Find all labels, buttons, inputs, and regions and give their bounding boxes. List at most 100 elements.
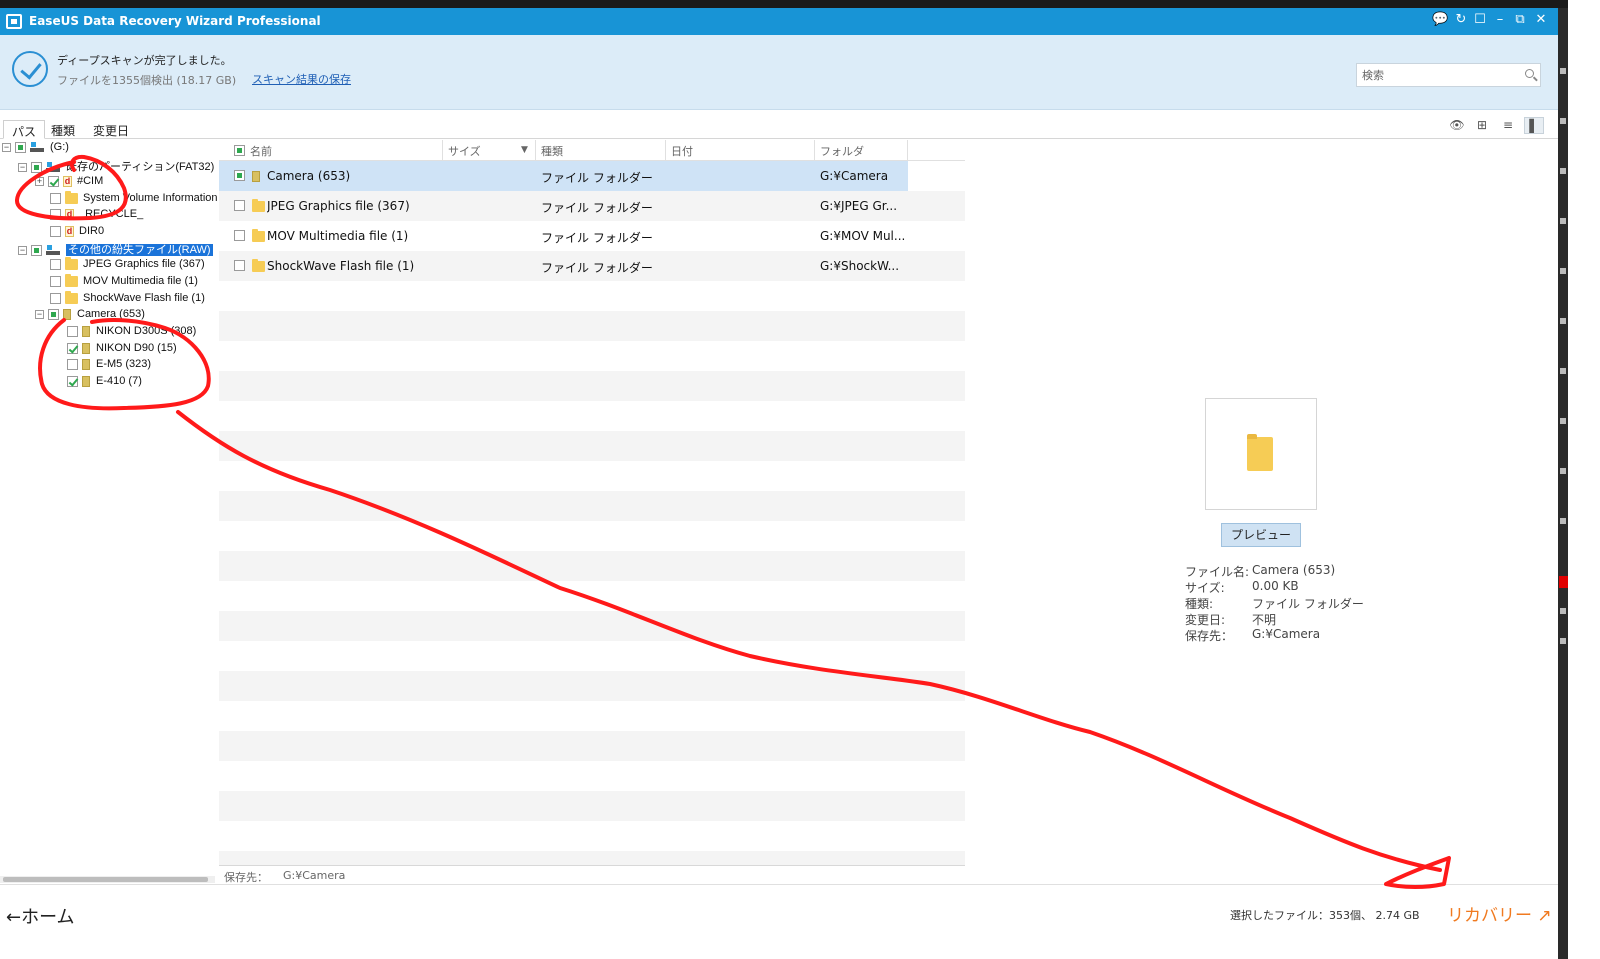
column-divider[interactable] <box>814 140 815 161</box>
column-date[interactable]: 日付 <box>671 143 693 159</box>
tree-node[interactable]: − その他の紛失ファイル(RAW) <box>18 241 213 257</box>
row-checkbox[interactable] <box>234 200 245 211</box>
column-divider[interactable] <box>907 140 908 161</box>
toolbar-icon[interactable] <box>1560 518 1566 524</box>
toolbar-icon[interactable] <box>1560 168 1566 174</box>
tree-node[interactable]: ShockWave Flash file (1) <box>50 290 205 308</box>
recover-button[interactable]: リカバリー ↗ <box>1447 901 1552 926</box>
property-label: ファイル名: <box>1185 565 1250 579</box>
tab-path[interactable]: パス <box>3 120 46 139</box>
preview-button[interactable]: プレビュー <box>1221 523 1301 547</box>
toolbar-icon[interactable] <box>1560 118 1566 124</box>
tree-node[interactable]: − Camera (653) <box>35 308 145 324</box>
tree-node[interactable]: + d #CIM <box>35 175 103 191</box>
tree-node[interactable]: E-M5 (323) <box>67 358 151 374</box>
row-folder: G:¥JPEG Gr... <box>820 199 898 213</box>
close-icon[interactable]: ✕ <box>1533 12 1549 27</box>
maximize-icon[interactable]: ⧉ <box>1512 12 1528 27</box>
tree-node-checkbox[interactable] <box>50 225 61 237</box>
tree-node-label: E-410 (7) <box>96 375 142 387</box>
toolbar-icon[interactable] <box>1560 638 1566 644</box>
table-row[interactable]: Camera (653) ファイル フォルダー G:¥Camera <box>219 161 908 191</box>
table-row[interactable]: MOV Multimedia file (1) ファイル フォルダー G:¥MOV … <box>219 221 965 251</box>
tree-node[interactable]: E-410 (7) <box>67 375 142 391</box>
collapse-icon[interactable]: − <box>18 245 27 255</box>
tree-node-label: ShockWave Flash file (1) <box>83 292 205 304</box>
tree-node-checkbox[interactable] <box>48 175 59 187</box>
directory-file-icon: d <box>65 225 74 237</box>
column-type[interactable]: 種類 <box>541 143 563 159</box>
tree-node-checkbox[interactable] <box>50 192 61 204</box>
row-checkbox[interactable] <box>234 260 245 271</box>
tree-node[interactable]: d _RECYCLE_ <box>50 208 143 224</box>
grid-view-icon[interactable]: ⊞ <box>1472 117 1492 134</box>
tree-node[interactable]: − (G:) <box>2 141 69 157</box>
toolbar-icon[interactable] <box>1560 608 1566 614</box>
row-checkbox[interactable] <box>234 170 245 181</box>
tab-type[interactable]: 種類 <box>43 120 83 139</box>
search-icon[interactable] <box>1525 69 1534 78</box>
expand-icon[interactable]: + <box>35 176 44 186</box>
tree-node[interactable]: JPEG Graphics file (367) <box>50 256 205 274</box>
toolbar-icon[interactable] <box>1560 318 1566 324</box>
row-name: ShockWave Flash file (1) <box>267 259 415 273</box>
color-swatch[interactable] <box>1559 576 1568 588</box>
toolbar-icon[interactable] <box>1560 218 1566 224</box>
save-scan-results-link[interactable]: スキャン結果の保存 <box>252 71 351 87</box>
column-divider[interactable] <box>535 140 536 161</box>
toolbar-icon[interactable] <box>1560 418 1566 424</box>
list-view-icon[interactable]: ≡ <box>1498 117 1518 134</box>
table-row[interactable]: JPEG Graphics file (367) ファイル フォルダー G:¥JPE… <box>219 191 965 221</box>
column-name[interactable]: 名前 <box>250 143 272 159</box>
tree-node-checkbox[interactable] <box>48 308 59 320</box>
tree-node-checkbox[interactable] <box>67 358 78 370</box>
minimize-icon[interactable]: – <box>1492 12 1508 27</box>
collapse-icon[interactable]: − <box>18 162 27 172</box>
empty-row <box>219 671 965 701</box>
detail-view-icon[interactable]: ▌ <box>1524 117 1544 134</box>
tree-node-checkbox[interactable] <box>15 141 26 153</box>
restore-view-icon[interactable]: ☐ <box>1472 12 1488 27</box>
search-input[interactable] <box>1357 64 1517 86</box>
tree-node-label: #CIM <box>77 175 104 187</box>
tree-node-checkbox[interactable] <box>67 325 78 337</box>
scrollbar-thumb[interactable] <box>3 877 208 882</box>
tree-node[interactable]: MOV Multimedia file (1) <box>50 273 198 291</box>
collapse-icon[interactable]: − <box>35 309 44 319</box>
tree-node[interactable]: NIKON D90 (15) <box>67 342 177 358</box>
tree-node-checkbox[interactable] <box>50 275 61 287</box>
tree-node-checkbox[interactable] <box>50 208 61 220</box>
column-size[interactable]: サイズ <box>448 143 481 159</box>
tab-modified-date[interactable]: 変更日 <box>85 120 137 139</box>
table-row[interactable]: ShockWave Flash file (1) ファイル フォルダー G:¥Sho… <box>219 251 965 281</box>
preview-thumbnail <box>1205 398 1317 510</box>
toolbar-icon[interactable] <box>1560 68 1566 74</box>
toolbar-icon[interactable] <box>1560 268 1566 274</box>
tree-node-checkbox[interactable] <box>31 244 42 256</box>
tree-node[interactable]: d DIR0 <box>50 225 104 241</box>
row-checkbox[interactable] <box>234 230 245 241</box>
tree-node-checkbox[interactable] <box>67 375 78 387</box>
tree-node[interactable]: − 既存のパーティション(FAT32) <box>18 158 214 174</box>
tree-node-label: DIR0 <box>79 225 105 237</box>
tree-node[interactable]: System Volume Information <box>50 190 218 208</box>
sort-arrow-icon[interactable]: ▼ <box>521 145 528 155</box>
home-button[interactable]: ←ホーム <box>6 903 75 929</box>
toolbar-icon[interactable] <box>1560 468 1566 474</box>
tree-node[interactable]: NIKON D300S (308) <box>67 325 196 341</box>
column-divider[interactable] <box>665 140 666 161</box>
select-all-checkbox[interactable] <box>234 145 245 156</box>
feedback-icon[interactable]: 💬 <box>1432 12 1448 27</box>
column-divider[interactable] <box>442 140 443 161</box>
column-folder[interactable]: フォルダ <box>820 143 864 159</box>
camera-folder-icon <box>63 308 71 320</box>
tree-node-checkbox[interactable] <box>50 258 61 270</box>
preview-eye-icon[interactable]: 👁 <box>1447 117 1467 134</box>
tree-node-checkbox[interactable] <box>31 161 42 173</box>
collapse-icon[interactable]: − <box>2 142 11 152</box>
tree-node-checkbox[interactable] <box>50 292 61 304</box>
toolbar-icon[interactable] <box>1560 368 1566 374</box>
tree-horizontal-scrollbar[interactable] <box>0 876 215 883</box>
tree-node-checkbox[interactable] <box>67 342 78 354</box>
refresh-icon[interactable]: ↻ <box>1453 12 1469 27</box>
